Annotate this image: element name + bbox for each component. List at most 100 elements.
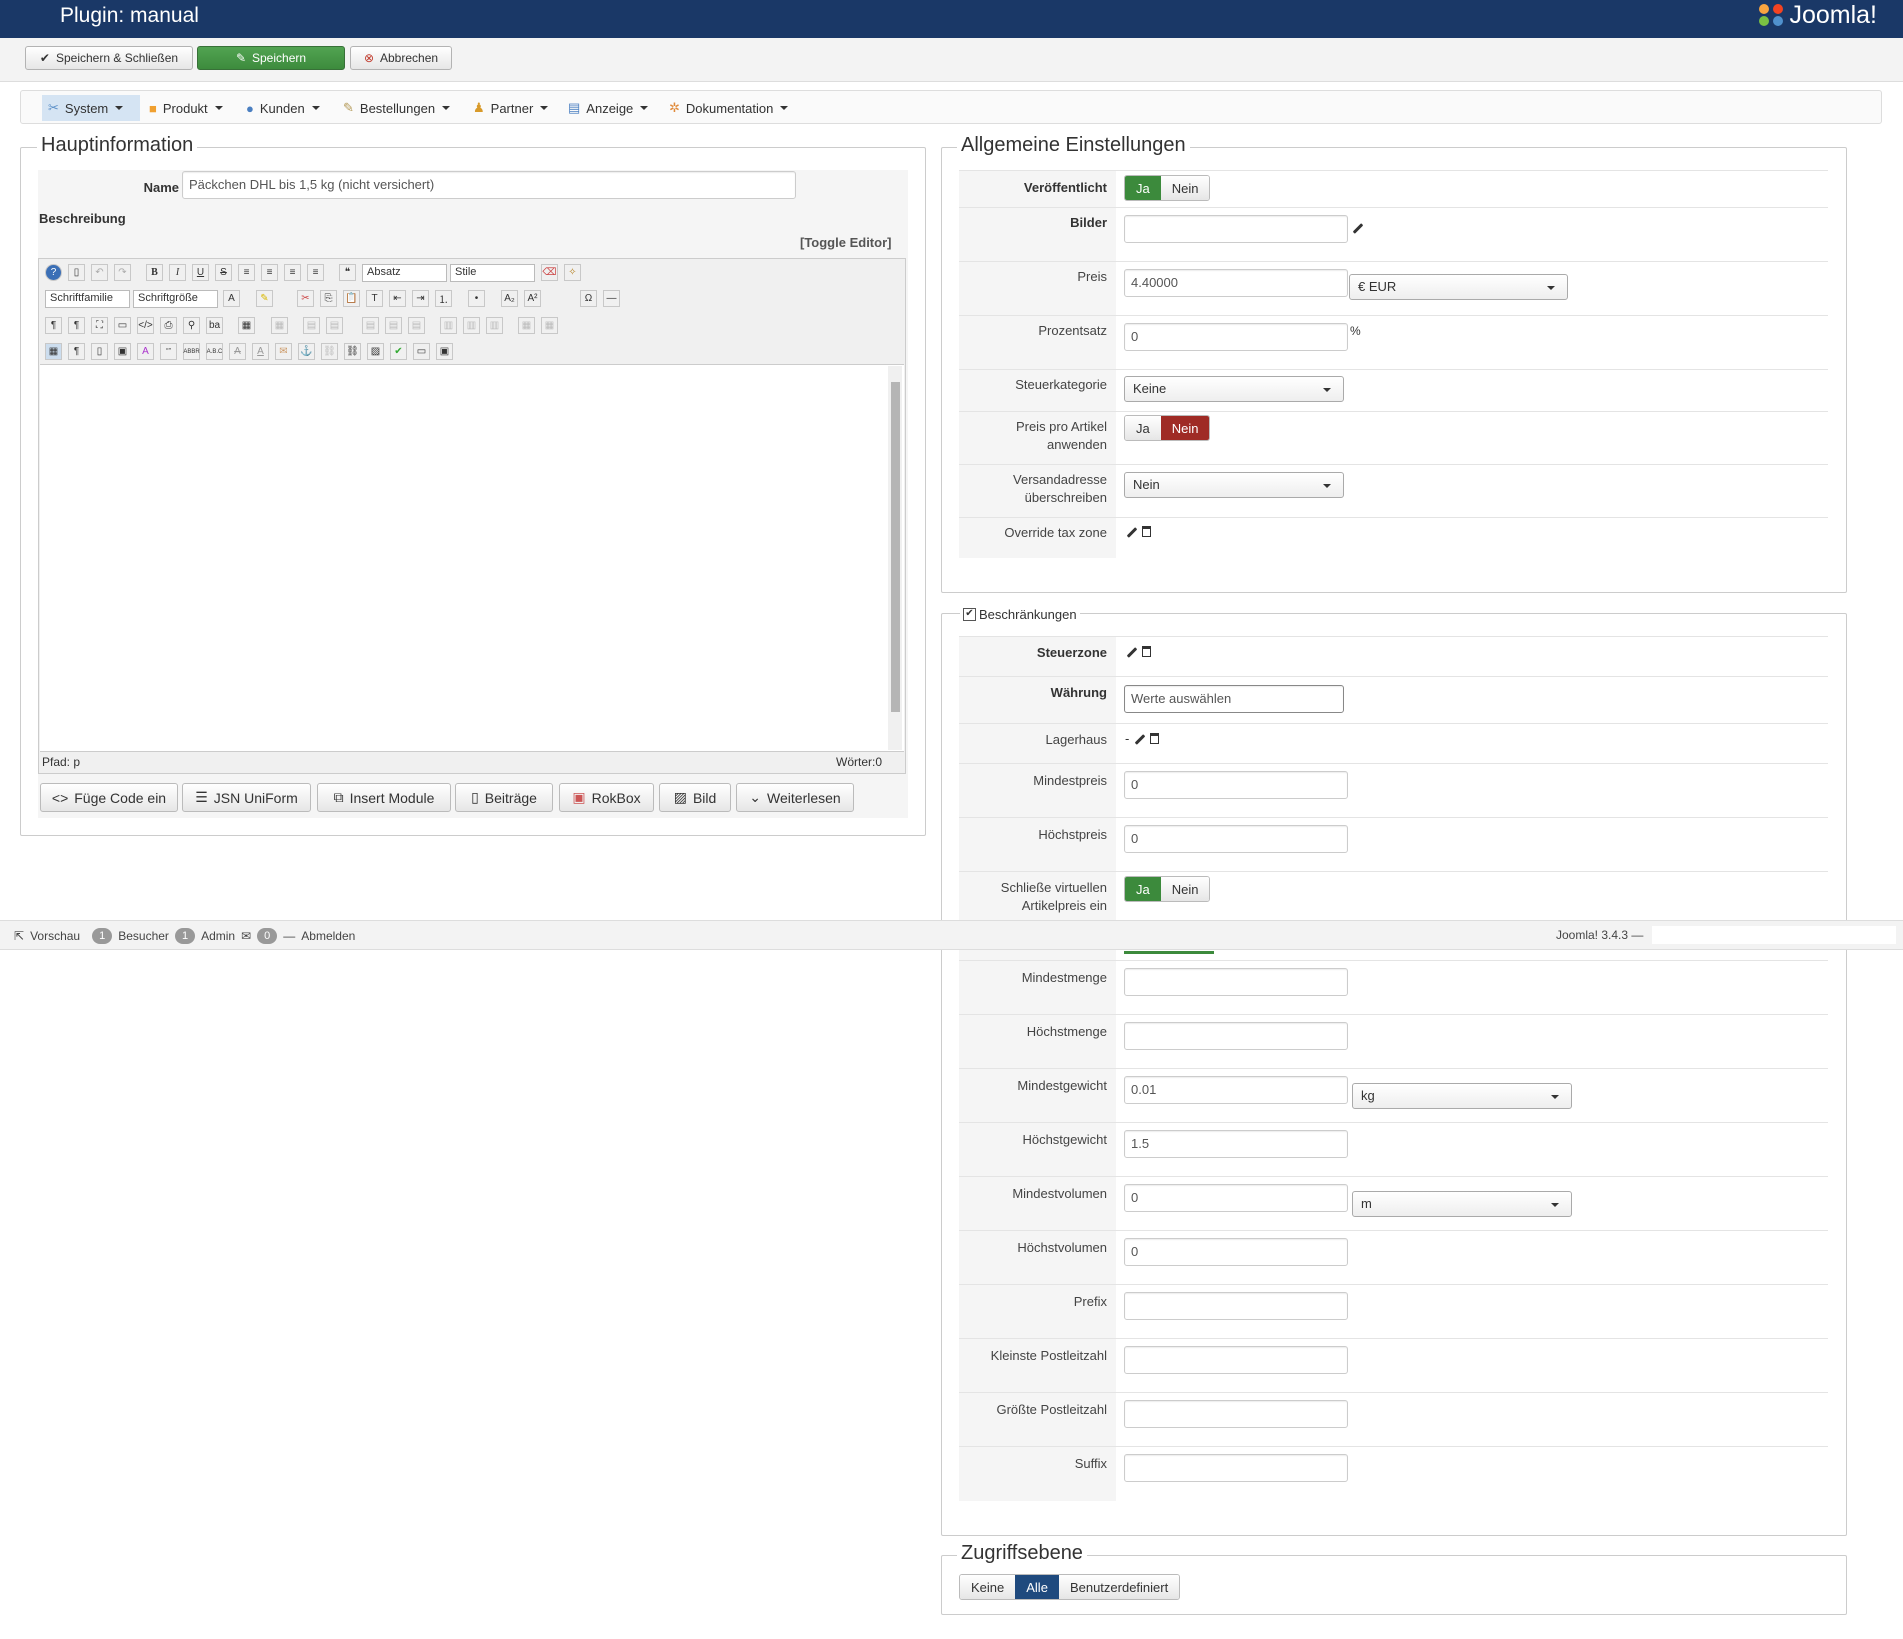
visual-chars-icon[interactable]: ¶ xyxy=(68,343,85,360)
ltr-icon[interactable]: ¶ xyxy=(45,317,62,334)
delete-table-icon[interactable]: ▦ xyxy=(271,317,288,334)
help-icon[interactable]: ? xyxy=(45,264,62,281)
menu-documentation[interactable]: ✲ Dokumentation xyxy=(663,95,794,121)
menu-system[interactable]: ✂ System xyxy=(42,95,140,121)
menu-partners[interactable]: ♟ Partner xyxy=(467,95,554,121)
toggle-editor-link[interactable]: [Toggle Editor] xyxy=(800,235,891,250)
blockquote-icon[interactable]: ❝ xyxy=(339,264,356,281)
acronym-icon[interactable]: A.B.C xyxy=(206,343,223,360)
row-after-icon[interactable]: ▤ xyxy=(326,317,343,334)
layer-icon[interactable]: ▣ xyxy=(114,343,131,360)
format-select[interactable]: Absatz xyxy=(362,264,447,282)
unordered-list-icon[interactable]: • xyxy=(468,290,485,307)
ordered-list-icon[interactable]: ⒈ xyxy=(435,290,452,307)
min-volume-input[interactable]: 0 xyxy=(1124,1184,1348,1212)
cancel-button[interactable]: ⊗ Abbrechen xyxy=(350,46,452,70)
table-icon[interactable]: ▦ xyxy=(238,317,255,334)
find-icon[interactable]: ⚲ xyxy=(183,317,200,334)
access-all[interactable]: Alle xyxy=(1015,1575,1059,1599)
price-per-item-toggle[interactable]: Ja Nein xyxy=(1124,415,1211,441)
ins-icon[interactable]: A xyxy=(252,343,269,360)
pagebreak-icon[interactable]: ▭ xyxy=(413,343,430,360)
font-size-select[interactable]: Schriftgröße xyxy=(133,290,218,308)
superscript-icon[interactable]: A² xyxy=(524,290,541,307)
editor-scrollbar[interactable] xyxy=(888,366,902,750)
exclude-virtual-no[interactable]: Nein xyxy=(1160,877,1210,901)
published-yes[interactable]: Ja xyxy=(1125,176,1161,200)
media-icon[interactable]: ▣ xyxy=(436,343,453,360)
trash-icon[interactable] xyxy=(1150,733,1159,744)
cleanup-icon[interactable]: ✧ xyxy=(564,264,581,281)
row-insert-icon[interactable]: ▤ xyxy=(385,317,402,334)
scrollbar-thumb[interactable] xyxy=(891,382,900,712)
align-center-icon[interactable]: ≡ xyxy=(261,264,278,281)
prefix-input[interactable] xyxy=(1124,1292,1348,1320)
price-input[interactable]: 4.40000 xyxy=(1124,269,1348,297)
price-per-item-no[interactable]: Nein xyxy=(1160,416,1210,440)
align-left-icon[interactable]: ≡ xyxy=(284,264,301,281)
trash-icon[interactable] xyxy=(1142,646,1151,657)
split-cells-icon[interactable]: ▦ xyxy=(541,317,558,334)
unlink-icon[interactable]: ⛓ xyxy=(321,343,338,360)
min-weight-input[interactable]: 0.01 xyxy=(1124,1076,1348,1104)
min-qty-input[interactable] xyxy=(1124,968,1348,996)
bold-icon[interactable]: B xyxy=(146,264,163,281)
col-after-icon[interactable]: ▥ xyxy=(463,317,480,334)
rtl-icon[interactable]: ¶ xyxy=(68,317,85,334)
text-color-icon[interactable]: A xyxy=(223,290,240,307)
rokbox-button[interactable]: ▣ RokBox xyxy=(559,783,654,812)
copy-icon[interactable]: ⎘ xyxy=(320,290,337,307)
menu-orders[interactable]: ✎ Bestellungen xyxy=(337,95,456,121)
access-none[interactable]: Keine xyxy=(960,1575,1016,1599)
row-before-icon[interactable]: ▤ xyxy=(303,317,320,334)
merge-cells-icon[interactable]: ▦ xyxy=(518,317,535,334)
save-close-button[interactable]: ✔ Speichern & Schließen xyxy=(25,46,193,70)
jsn-uniform-button[interactable]: ☰ JSN UniForm xyxy=(182,783,311,812)
published-toggle[interactable]: Ja Nein xyxy=(1124,175,1211,201)
override-address-select[interactable]: Nein xyxy=(1124,472,1344,498)
visual-aid-icon[interactable]: ▦ xyxy=(45,343,62,360)
horizontal-rule-icon[interactable]: — xyxy=(603,290,620,307)
fullscreen-icon[interactable]: ⛶ xyxy=(91,317,108,334)
cut-icon[interactable]: ✂ xyxy=(297,290,314,307)
menu-customers[interactable]: ● Kunden xyxy=(240,95,326,121)
link-icon[interactable]: ⛓ xyxy=(344,343,361,360)
row-delete-icon[interactable]: ▤ xyxy=(408,317,425,334)
styles-icon[interactable]: A xyxy=(137,343,154,360)
paste-text-icon[interactable]: T xyxy=(366,290,383,307)
exclude-virtual-yes[interactable]: Ja xyxy=(1125,877,1161,901)
suffix-input[interactable] xyxy=(1124,1454,1348,1482)
published-no[interactable]: Nein xyxy=(1160,176,1210,200)
name-input[interactable]: Päckchen DHL bis 1,5 kg (nicht versicher… xyxy=(182,171,796,199)
articles-button[interactable]: ▯ Beiträge xyxy=(455,783,553,812)
editor-content-area[interactable] xyxy=(40,364,904,752)
max-volume-input[interactable]: 0 xyxy=(1124,1238,1348,1266)
print-icon[interactable]: ⎙ xyxy=(160,317,177,334)
redo-icon[interactable]: ↷ xyxy=(114,264,131,281)
template-icon[interactable]: ▯ xyxy=(91,343,108,360)
access-custom[interactable]: Benutzerdefiniert xyxy=(1058,1575,1180,1599)
align-right-icon[interactable]: ≡ xyxy=(307,264,324,281)
paste-icon[interactable]: 📋 xyxy=(343,290,360,307)
menu-product[interactable]: ■ Produkt xyxy=(143,95,229,121)
currency-multiselect[interactable]: Werte auswählen xyxy=(1124,685,1344,713)
insert-module-button[interactable]: ⧉ Insert Module xyxy=(317,783,451,812)
highlight-icon[interactable]: ✎ xyxy=(256,290,273,307)
cite-icon[interactable]: “” xyxy=(160,343,177,360)
row-props-icon[interactable]: ▤ xyxy=(362,317,379,334)
undo-icon[interactable]: ↶ xyxy=(91,264,108,281)
trash-icon[interactable] xyxy=(1142,526,1151,537)
percent-input[interactable]: 0 xyxy=(1124,323,1348,351)
eraser-icon[interactable]: ⌫ xyxy=(541,264,558,281)
weight-unit-select[interactable]: kg xyxy=(1352,1083,1572,1109)
col-before-icon[interactable]: ▥ xyxy=(440,317,457,334)
indent-icon[interactable]: ⇥ xyxy=(412,290,429,307)
del-icon[interactable]: A xyxy=(229,343,246,360)
volume-unit-select[interactable]: m xyxy=(1352,1191,1572,1217)
min-price-input[interactable]: 0 xyxy=(1124,771,1348,799)
restrictions-checkbox[interactable]: ✔ xyxy=(963,608,976,621)
preview-icon[interactable]: ▭ xyxy=(114,317,131,334)
access-level-toggle[interactable]: Keine Alle Benutzerdefiniert xyxy=(959,1574,1181,1600)
currency-select[interactable]: € EUR xyxy=(1349,274,1568,300)
image-button[interactable]: ▨ Bild xyxy=(659,783,731,812)
